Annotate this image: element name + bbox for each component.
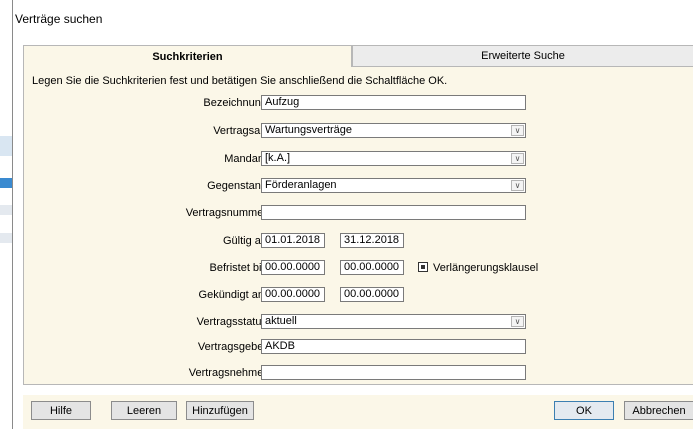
vertragsstatus-dropdown[interactable]: aktuell ∨: [261, 314, 526, 329]
verlaengerungsklausel-label: Verlängerungsklausel: [433, 262, 539, 274]
search-criteria-panel: Legen Sie die Suchkriterien fest und bet…: [23, 67, 693, 385]
vertragsnummer-input[interactable]: [261, 205, 526, 220]
chevron-down-icon[interactable]: ∨: [511, 316, 524, 327]
gekuendigt-am-from-input[interactable]: 00.00.0000: [261, 287, 325, 302]
gegenstand-value: Förderanlagen: [265, 179, 337, 191]
vertragsgeber-value: AKDB: [265, 340, 295, 352]
label-gekuendigt-am: Gekündigt am: [198, 289, 267, 301]
vertragsart-dropdown[interactable]: Wartungsverträge ∨: [261, 123, 526, 138]
button-bar: Hilfe Leeren Hinzufügen OK Abbrechen: [23, 395, 693, 429]
gueltig-ab-from-value: 01.01.2018: [265, 234, 321, 246]
mandant-dropdown[interactable]: [k.A.] ∨: [261, 151, 526, 166]
label-vertragsstatus: Vertragsstatus: [196, 316, 267, 328]
befristet-bis-from-value: 00.00.0000: [265, 261, 321, 273]
chevron-down-icon[interactable]: ∨: [511, 125, 524, 136]
mandant-value: [k.A.]: [265, 152, 291, 164]
abbrechen-button[interactable]: Abbrechen: [624, 401, 693, 420]
bezeichnung-input[interactable]: Aufzug: [261, 95, 526, 110]
vertragsstatus-value: aktuell: [265, 315, 297, 327]
title-bar: Verträge suchen: [13, 0, 693, 36]
label-vertragsnummer: Vertragsnummer: [185, 207, 267, 219]
befristet-bis-to-value: 00.00.0000: [344, 261, 400, 273]
background-strip: [0, 136, 12, 156]
dialog-window: Verträge suchen Suchkriterien Erweiterte…: [12, 0, 693, 429]
background-strip: [0, 205, 12, 215]
label-gueltig-ab: Gültig ab: [222, 235, 267, 247]
window-title: Verträge suchen: [15, 12, 103, 26]
befristet-bis-to-input[interactable]: 00.00.0000: [340, 260, 404, 275]
gueltig-ab-to-value: 31.12.2018: [344, 234, 400, 246]
befristet-bis-from-input[interactable]: 00.00.0000: [261, 260, 325, 275]
background-strip: [0, 233, 12, 243]
vertragsart-value: Wartungsverträge: [265, 124, 353, 136]
gueltig-ab-from-input[interactable]: 01.01.2018: [261, 233, 325, 248]
label-bezeichnung: Bezeichnung: [203, 97, 267, 109]
tab-erweiterte-suche[interactable]: Erweiterte Suche: [352, 45, 693, 67]
checkbox-icon: [421, 265, 425, 269]
gekuendigt-am-to-input[interactable]: 00.00.0000: [340, 287, 404, 302]
gegenstand-dropdown[interactable]: Förderanlagen ∨: [261, 178, 526, 193]
gueltig-ab-to-input[interactable]: 31.12.2018: [340, 233, 404, 248]
background-strip-selected: [0, 178, 12, 188]
instruction-text: Legen Sie die Suchkriterien fest und bet…: [32, 75, 448, 87]
tab-bar: Suchkriterien Erweiterte Suche: [23, 45, 693, 67]
label-vertragsnehmer: Vertragsnehmer: [188, 367, 267, 379]
gekuendigt-am-to-value: 00.00.0000: [344, 288, 400, 300]
chevron-down-icon[interactable]: ∨: [511, 180, 524, 191]
label-gegenstand: Gegenstand: [207, 180, 267, 192]
gekuendigt-am-from-value: 00.00.0000: [265, 288, 321, 300]
tab-suchkriterien[interactable]: Suchkriterien: [23, 45, 352, 67]
label-vertragsgeber: Vertragsgeber: [197, 341, 267, 353]
chevron-down-icon[interactable]: ∨: [511, 153, 524, 164]
leeren-button[interactable]: Leeren: [111, 401, 177, 420]
bezeichnung-value: Aufzug: [265, 96, 300, 108]
vertragsgeber-input[interactable]: AKDB: [261, 339, 526, 354]
label-befristet-bis: Befristet bis: [209, 262, 267, 274]
hilfe-button[interactable]: Hilfe: [31, 401, 91, 420]
hinzufuegen-button[interactable]: Hinzufügen: [186, 401, 254, 420]
label-mandant: Mandant: [224, 153, 267, 165]
label-vertragsart: Vertragsart: [213, 125, 267, 137]
verlaengerungsklausel-checkbox[interactable]: [418, 262, 428, 272]
vertragsnehmer-input[interactable]: [261, 365, 526, 380]
ok-button[interactable]: OK: [554, 401, 614, 420]
